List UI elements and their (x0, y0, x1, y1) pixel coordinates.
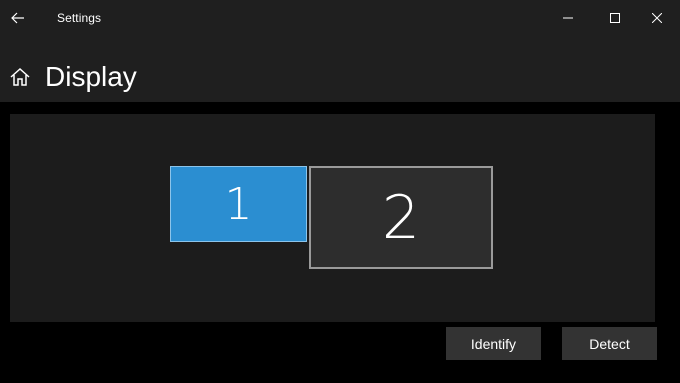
monitor-2-number: 2 (381, 182, 421, 253)
settings-window: Settings Display 1 2 Identify Detect (0, 0, 680, 383)
detect-button[interactable]: Detect (562, 327, 657, 360)
back-button[interactable] (0, 0, 36, 36)
maximize-button[interactable] (592, 0, 638, 36)
title-bar: Settings (0, 0, 680, 36)
app-title: Settings (57, 11, 102, 25)
partial-content-strip (0, 378, 100, 383)
home-icon[interactable] (9, 66, 31, 88)
page-header: Display (0, 36, 680, 102)
minimize-icon (563, 17, 573, 19)
close-button[interactable] (634, 0, 680, 36)
back-arrow-icon (11, 12, 24, 24)
display-arrangement-area[interactable]: 1 2 (10, 114, 655, 322)
monitor-2-tile[interactable]: 2 (309, 166, 493, 269)
minimize-button[interactable] (545, 0, 591, 36)
identify-button[interactable]: Identify (446, 327, 541, 360)
maximize-icon (610, 13, 620, 23)
monitor-1-tile[interactable]: 1 (170, 166, 307, 242)
monitor-1-number: 1 (224, 178, 253, 230)
close-icon (652, 13, 662, 23)
page-title: Display (45, 61, 137, 92)
